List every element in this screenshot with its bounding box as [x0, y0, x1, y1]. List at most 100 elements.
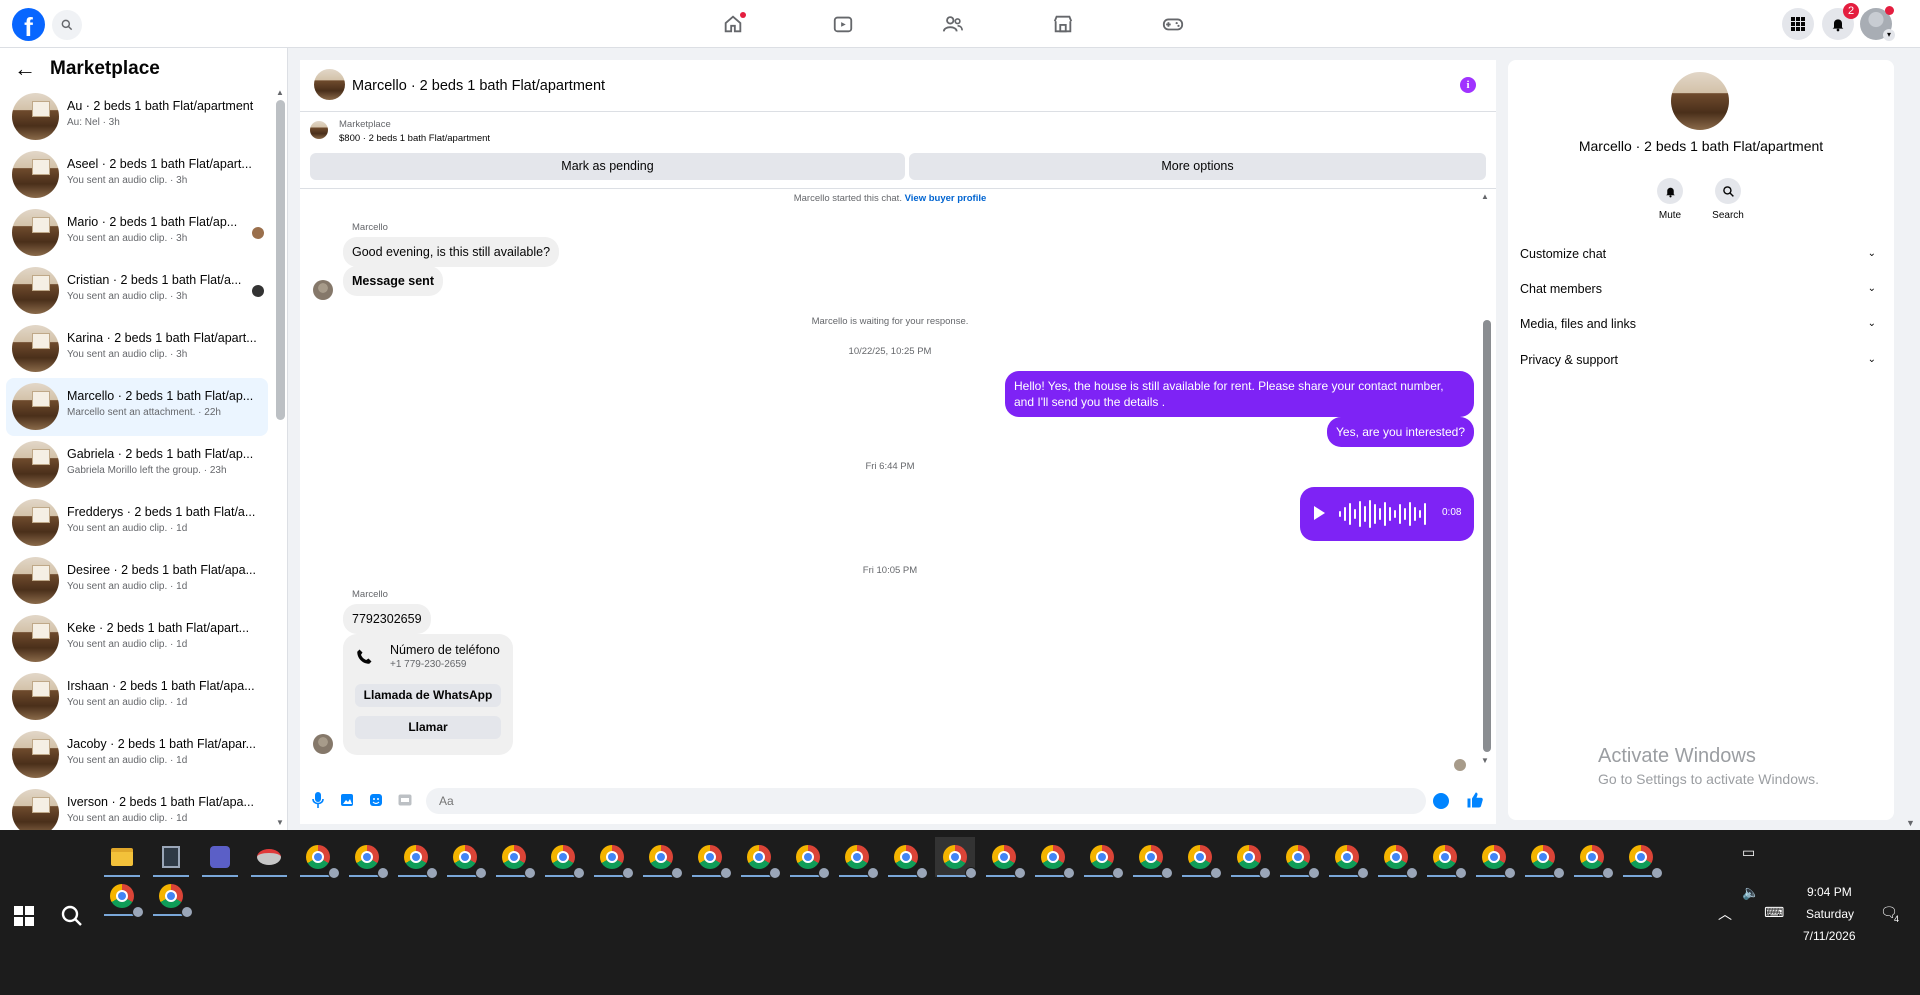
conversation-item[interactable]: Gabriela · 2 beds 1 bath Flat/ap... Gabri…	[6, 436, 268, 494]
gaming-tab[interactable]	[1160, 11, 1186, 37]
conversation-item[interactable]: Iverson · 2 beds 1 bath Flat/apa... You s…	[6, 784, 268, 830]
friends-tab[interactable]	[940, 11, 966, 37]
media-files-links-section[interactable]: Media, files and links ⌄	[1520, 317, 1882, 339]
search-in-chat-button[interactable]: Search	[1698, 178, 1758, 221]
taskbar-chrome[interactable]	[151, 876, 193, 918]
conversation-item[interactable]: Irshaan · 2 beds 1 bath Flat/apa... You s…	[6, 668, 268, 726]
conversation-item[interactable]: Mario · 2 beds 1 bath Flat/ap... You sent…	[6, 204, 268, 262]
sidebar-scroll-down-icon[interactable]: ▼	[276, 818, 284, 827]
incoming-message[interactable]: 7792302659	[343, 604, 431, 634]
chat-details-avatar[interactable]	[1671, 72, 1729, 130]
taskbar-chrome[interactable]	[1229, 837, 1271, 879]
audio-message[interactable]: 0:08	[1300, 487, 1474, 541]
page-scroll-down-icon[interactable]: ▼	[1906, 818, 1915, 828]
conversation-item[interactable]: Karina · 2 beds 1 bath Flat/apart... You …	[6, 320, 268, 378]
taskbar-chrome-active[interactable]	[935, 837, 977, 879]
taskbar-chrome[interactable]	[690, 837, 732, 879]
taskbar-chrome[interactable]	[1180, 837, 1222, 879]
conversation-item[interactable]: Aseel · 2 beds 1 bath Flat/apart... You s…	[6, 146, 268, 204]
windows-start-button[interactable]	[14, 906, 34, 926]
speaker-icon[interactable]: 🔈	[1742, 884, 1759, 901]
conversation-item[interactable]: Jacoby · 2 beds 1 bath Flat/apar... You s…	[6, 726, 268, 784]
taskbar-chrome[interactable]	[445, 837, 487, 879]
taskbar-chrome[interactable]	[739, 837, 781, 879]
sidebar-scrollbar[interactable]	[276, 100, 285, 420]
sidebar-scroll-up-icon[interactable]: ▲	[276, 88, 284, 97]
microphone-icon[interactable]	[310, 792, 326, 808]
taskbar-chrome[interactable]	[886, 837, 928, 879]
taskbar-chrome[interactable]	[788, 837, 830, 879]
taskbar-chrome[interactable]	[494, 837, 536, 879]
taskbar-time[interactable]: 9:04 PM	[1807, 885, 1852, 899]
taskbar-chrome[interactable]	[102, 876, 144, 918]
conversation-item[interactable]: Fredderys · 2 beds 1 bath Flat/a... You s…	[6, 494, 268, 552]
taskbar-chrome[interactable]	[1425, 837, 1467, 879]
taskbar-chrome[interactable]	[1474, 837, 1516, 879]
phone-contact-card[interactable]: Número de teléfono +1 779-230-2659 Llama…	[343, 634, 513, 755]
more-options-button[interactable]: More options	[909, 153, 1486, 180]
taskbar-chrome[interactable]	[1278, 837, 1320, 879]
taskbar-chrome[interactable]	[984, 837, 1026, 879]
privacy-support-section[interactable]: Privacy & support ⌄	[1520, 353, 1882, 375]
listing-price[interactable]: $800 · 2 beds 1 bath Flat/apartment	[339, 133, 490, 144]
taskbar-chrome[interactable]	[837, 837, 879, 879]
call-button[interactable]: Llamar	[355, 716, 501, 739]
chat-scrollbar[interactable]	[1483, 320, 1491, 752]
taskbar-chrome[interactable]	[1131, 837, 1173, 879]
taskbar-chrome[interactable]	[347, 837, 389, 879]
outgoing-message[interactable]: Hello! Yes, the house is still available…	[1005, 371, 1474, 417]
incoming-message[interactable]: Good evening, is this still available?	[343, 237, 560, 267]
taskbar-calculator[interactable]	[151, 837, 191, 877]
chat-scroll-down-icon[interactable]: ▼	[1481, 756, 1489, 765]
taskbar-paint[interactable]	[249, 837, 289, 877]
sticker-icon[interactable]	[368, 792, 384, 808]
thumbs-up-icon[interactable]	[1466, 791, 1484, 809]
taskbar-chrome[interactable]	[641, 837, 683, 879]
back-arrow-icon[interactable]: ←	[14, 58, 36, 80]
video-tab[interactable]	[830, 11, 856, 37]
whatsapp-call-button[interactable]: Llamada de WhatsApp	[355, 684, 501, 707]
chevron-up-icon[interactable]: ︿	[1718, 904, 1732, 924]
menu-button[interactable]	[1782, 8, 1814, 40]
taskbar-chrome[interactable]	[298, 837, 340, 879]
photo-icon[interactable]	[339, 792, 355, 808]
view-buyer-profile-link[interactable]: View buyer profile	[905, 193, 987, 204]
home-tab[interactable]	[720, 11, 746, 37]
customize-chat-section[interactable]: Customize chat ⌄	[1520, 247, 1882, 269]
taskbar-chrome[interactable]	[1082, 837, 1124, 879]
chat-members-section[interactable]: Chat members ⌄	[1520, 282, 1882, 304]
sender-avatar[interactable]	[313, 734, 333, 754]
incoming-message[interactable]: Message sent	[343, 266, 443, 296]
info-icon[interactable]: i	[1460, 77, 1476, 93]
play-icon[interactable]	[1314, 506, 1325, 520]
mark-as-pending-button[interactable]: Mark as pending	[310, 153, 905, 180]
gif-icon[interactable]	[397, 792, 413, 808]
taskbar-chrome[interactable]	[396, 837, 438, 879]
chat-title[interactable]: Marcello · 2 beds 1 bath Flat/apartment	[352, 78, 605, 94]
chat-header-avatar[interactable]	[314, 69, 345, 100]
taskbar-chrome[interactable]	[1033, 837, 1075, 879]
taskbar-file-explorer[interactable]	[102, 837, 142, 877]
taskbar-chrome[interactable]	[1523, 837, 1565, 879]
notifications-button[interactable]: 2	[1822, 3, 1859, 40]
conversation-item[interactable]: Desiree · 2 beds 1 bath Flat/apa... You s…	[6, 552, 268, 610]
taskbar-chrome[interactable]	[592, 837, 634, 879]
account-caret-icon[interactable]: ▾	[1883, 29, 1895, 41]
search-icon[interactable]	[60, 904, 84, 928]
taskbar-teams[interactable]	[200, 837, 240, 877]
taskbar-chrome[interactable]	[543, 837, 585, 879]
facebook-logo[interactable]: f	[12, 8, 45, 41]
outgoing-message[interactable]: Yes, are you interested?	[1327, 417, 1474, 447]
emoji-icon[interactable]	[1433, 793, 1449, 809]
conversation-item[interactable]: Cristian · 2 beds 1 bath Flat/a... You se…	[6, 262, 268, 320]
taskbar-day[interactable]: Saturday	[1806, 907, 1854, 921]
taskbar-chrome[interactable]	[1376, 837, 1418, 879]
conversation-item[interactable]: Au · 2 beds 1 bath Flat/apartment Au: Nel…	[6, 88, 268, 146]
conversation-item-active[interactable]: Marcello · 2 beds 1 bath Flat/ap... Marce…	[6, 378, 268, 436]
taskbar-date[interactable]: 7/11/2026	[1803, 929, 1856, 943]
keyboard-icon[interactable]: ⌨	[1764, 904, 1784, 921]
search-button[interactable]	[52, 10, 82, 40]
mute-button[interactable]: Mute	[1640, 178, 1700, 221]
sender-avatar[interactable]	[313, 280, 333, 300]
notification-tray-icon[interactable]: ▭	[1742, 844, 1755, 861]
